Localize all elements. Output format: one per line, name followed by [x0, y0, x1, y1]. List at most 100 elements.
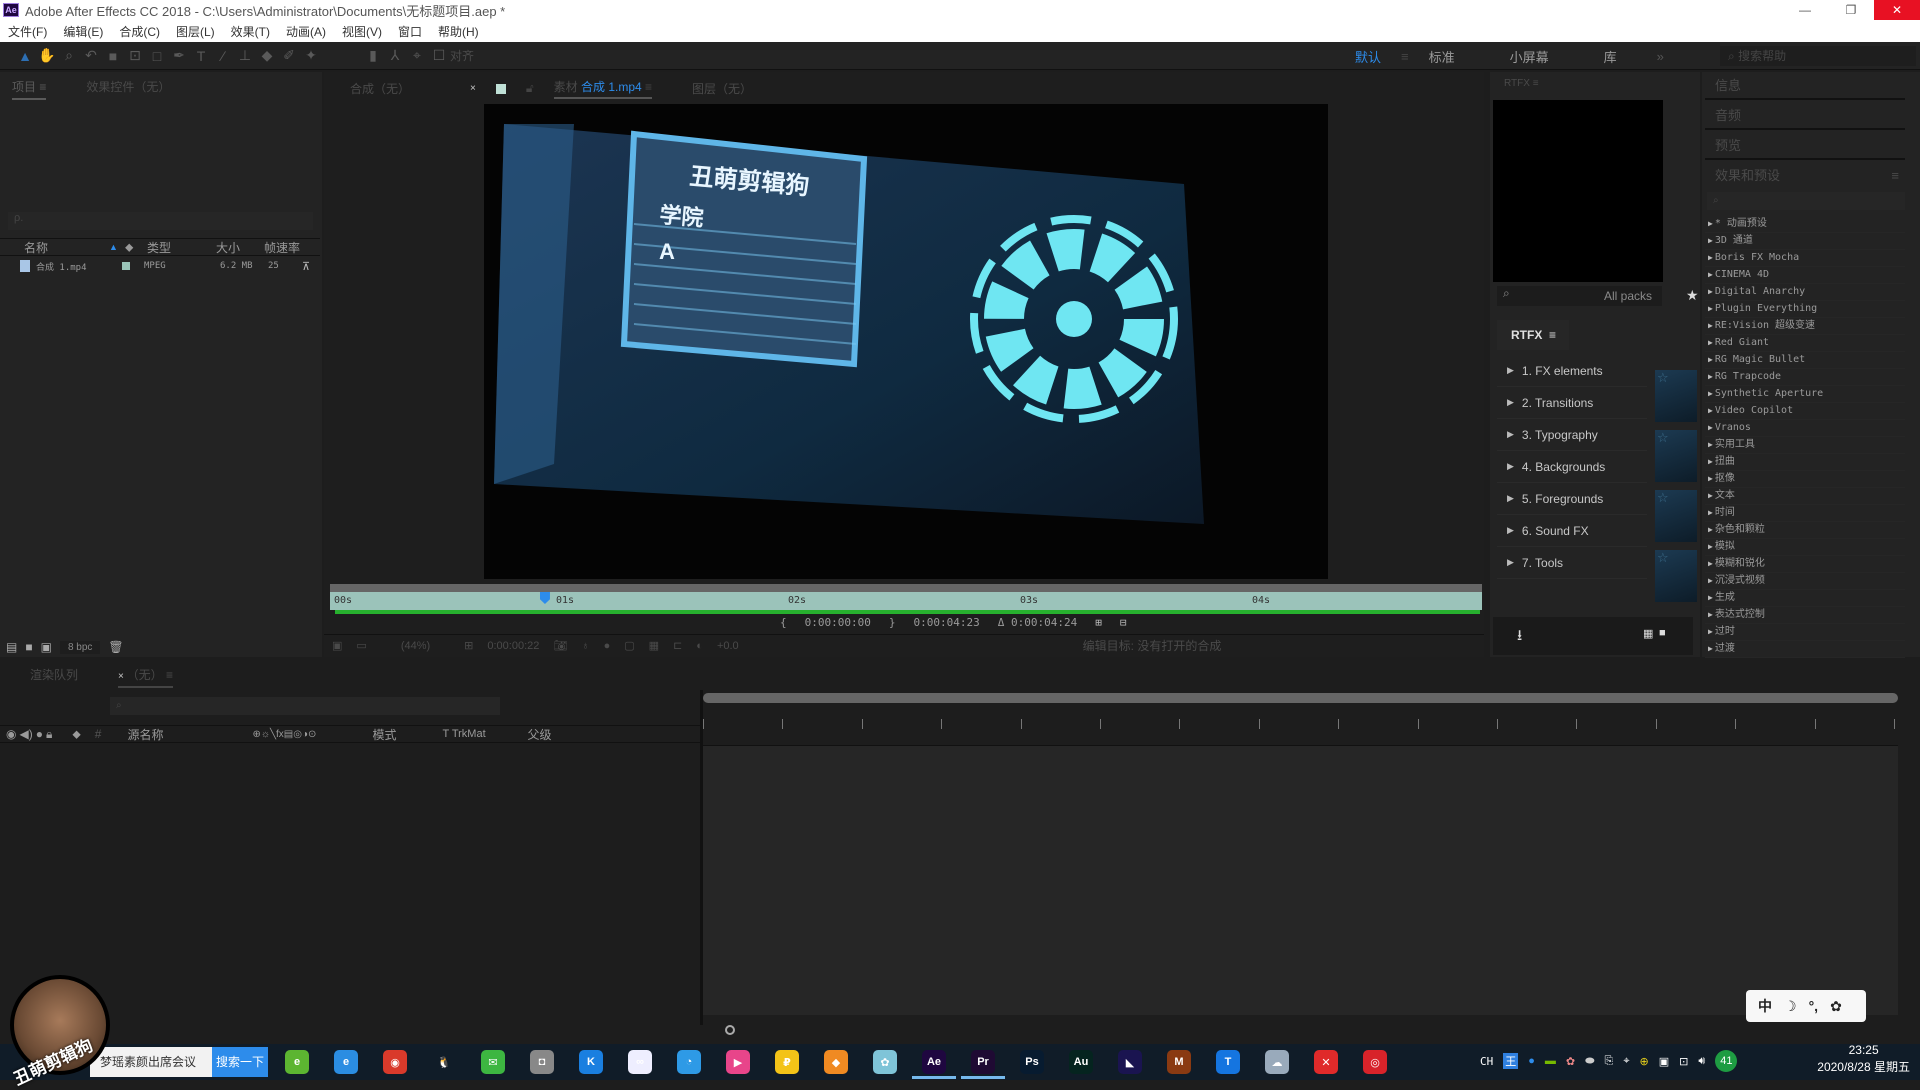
menu-window[interactable]: 窗口	[390, 23, 430, 40]
set-in-point-button[interactable]: {	[780, 616, 787, 629]
menu-animation[interactable]: 动画(A)	[278, 23, 334, 40]
sort-ascending-icon[interactable]: ▲	[109, 242, 125, 252]
region-of-interest-icon[interactable]: ▢	[624, 639, 634, 652]
360-security-icon[interactable]: ⊕	[1640, 1055, 1649, 1068]
taskbar-app-baidu-netdisk[interactable]: ∞	[628, 1050, 652, 1074]
footage-time-ruler[interactable]: 00s 01s 02s 03s 04s	[330, 592, 1482, 610]
taskbar-app-qq-browser[interactable]: ◔	[677, 1050, 701, 1074]
taskbar-app-media-encoder[interactable]: ◣	[1118, 1050, 1142, 1074]
taskbar-app-chrome[interactable]: ◉	[383, 1050, 407, 1074]
effect-category[interactable]: ▶ 生成	[1705, 590, 1905, 607]
pan-behind-tool-icon[interactable]: ⊡	[124, 45, 146, 67]
in-point[interactable]: 0:00:00:00	[805, 616, 871, 629]
magnification-dropdown[interactable]: (44%)	[380, 639, 451, 652]
list-view-icon[interactable]: ■	[1659, 627, 1666, 639]
rtfx-category[interactable]: ▶ 4. Backgrounds	[1497, 451, 1647, 483]
overlay-edit-icon[interactable]: ⊟	[1120, 616, 1127, 629]
taskbar-app-xmind[interactable]: ✕	[1314, 1050, 1338, 1074]
menu-effect[interactable]: 效果(T)	[223, 23, 278, 40]
effect-category[interactable]: ▶ Red Giant	[1705, 335, 1905, 352]
effects-presets-section[interactable]: 效果和预设 ≡	[1705, 162, 1905, 190]
download-icon[interactable]: ⭳	[1517, 625, 1522, 650]
menu-view[interactable]: 视图(V)	[334, 23, 390, 40]
delete-icon[interactable]: 🗑	[108, 640, 123, 654]
taskbar-search-button[interactable]: 搜索一下	[212, 1047, 268, 1077]
hand-tool-icon[interactable]: ✋	[36, 45, 58, 67]
zoom-slider[interactable]	[710, 1025, 810, 1035]
search-help-input[interactable]: ⌕ 搜索帮助	[1720, 46, 1916, 66]
usb-icon[interactable]: ⎘	[1605, 1055, 1614, 1068]
workspace-standard[interactable]: 标准	[1409, 47, 1475, 66]
label-column-icon[interactable]: ⬥	[125, 240, 141, 255]
effect-category[interactable]: ▶ Boris FX Mocha	[1705, 250, 1905, 267]
audio-switch-icon[interactable]: ◀)	[19, 727, 32, 741]
workspace-small-screen[interactable]: 小屏幕	[1475, 47, 1584, 66]
new-composition-icon[interactable]: ▣	[41, 640, 52, 654]
battery-badge[interactable]: 41	[1715, 1050, 1738, 1072]
selection-tool-icon[interactable]: ▲	[14, 45, 36, 67]
rtfx-category[interactable]: ▶ 2. Transitions	[1497, 387, 1647, 419]
effect-category[interactable]: ▶ 3D 通道	[1705, 233, 1905, 250]
brush-tool-icon[interactable]: ∕	[212, 45, 234, 67]
time-navigator[interactable]	[330, 584, 1482, 592]
video-switch-icon[interactable]: ◉	[6, 727, 16, 741]
tab-effect-controls[interactable]: 效果控件（无）	[86, 78, 170, 100]
effect-category[interactable]: ▶ 文本	[1705, 488, 1905, 505]
close-tab-icon[interactable]: ×	[470, 83, 476, 94]
taskbar-app-app-orange[interactable]: ◆	[824, 1050, 848, 1074]
menu-layer[interactable]: 图层(L)	[168, 23, 223, 40]
layer-search-input[interactable]: ⌕	[110, 697, 500, 715]
eraser-tool-icon[interactable]: ◆	[256, 45, 278, 67]
taskbar-app-premiere[interactable]: Pr	[971, 1050, 995, 1074]
effect-category[interactable]: ▶ Video Copilot	[1705, 403, 1905, 420]
always-preview-icon[interactable]: ▣	[332, 639, 342, 652]
menu-help[interactable]: 帮助(H)	[430, 23, 487, 40]
puppet-tool-icon[interactable]: ✦	[300, 45, 322, 67]
rtfx-thumbnail[interactable]: ☆	[1655, 490, 1697, 542]
set-out-point-button[interactable]: }	[889, 616, 896, 629]
gpu-tool-icon[interactable]: ⬬	[1585, 1055, 1594, 1068]
effect-category[interactable]: ▶ CINEMA 4D	[1705, 267, 1905, 284]
3d-view-icon[interactable]: ⊏	[673, 639, 682, 652]
info-section[interactable]: 信息	[1705, 72, 1905, 100]
effect-category[interactable]: ▶ 抠像	[1705, 471, 1905, 488]
effect-category[interactable]: ▶ Synthetic Aperture	[1705, 386, 1905, 403]
col-source-name[interactable]: 源名称	[127, 726, 252, 743]
channel-icon[interactable]: ●	[604, 640, 611, 652]
playhead-handle[interactable]	[539, 592, 550, 604]
taskbar-app-kugou[interactable]: K	[579, 1050, 603, 1074]
timeline-navigator[interactable]	[703, 693, 1898, 703]
col-mode[interactable]: 模式	[372, 726, 442, 743]
effect-category[interactable]: ▶ 过渡	[1705, 641, 1905, 658]
rtfx-category[interactable]: ▶ 7. Tools	[1497, 547, 1647, 579]
preview-section[interactable]: 预览	[1705, 132, 1905, 160]
taskbar-app-netease-music[interactable]: ◎	[1363, 1050, 1387, 1074]
effect-category[interactable]: ▶ Vranos	[1705, 420, 1905, 437]
ime-halfwidth-icon[interactable]: ☽	[1784, 998, 1797, 1015]
ripple-insert-edit-icon[interactable]: ⊞	[1095, 616, 1102, 629]
taskbar-app-qq[interactable]: 🐧	[432, 1050, 456, 1074]
col-size[interactable]: 大小	[216, 239, 264, 256]
col-type[interactable]: 类型	[141, 239, 216, 256]
taskbar-app-360-browser[interactable]: e	[285, 1050, 309, 1074]
wubi-ime-icon[interactable]: 王	[1503, 1053, 1519, 1069]
ime-punctuation-icon[interactable]: °,	[1809, 998, 1819, 1014]
local-axis-icon[interactable]: ▮	[362, 45, 384, 67]
rtfx-category[interactable]: ▶ 3. Typography	[1497, 419, 1647, 451]
effect-category[interactable]: ▶ 扭曲	[1705, 454, 1905, 471]
rotate-tool-icon[interactable]: ↶	[80, 45, 102, 67]
tab-render-queue[interactable]: 渲染队列	[30, 666, 78, 688]
network-icon[interactable]: ⊡	[1679, 1055, 1688, 1068]
zoom-tool-icon[interactable]: ⌕	[58, 45, 80, 67]
camera-tool-icon[interactable]: ■	[102, 45, 124, 67]
exposure-value[interactable]: +0.0	[717, 640, 739, 652]
flowchart-icon[interactable]: ⊼	[302, 260, 310, 273]
interpret-footage-icon[interactable]: ▤	[6, 640, 17, 654]
effect-category[interactable]: ▶ 模拟	[1705, 539, 1905, 556]
nvidia-icon[interactable]: ▬	[1545, 1055, 1556, 1067]
exposure-icon[interactable]: ◐	[696, 640, 703, 652]
rtfx-category[interactable]: ▶ 6. Sound FX	[1497, 515, 1647, 547]
out-point[interactable]: 0:00:04:23	[913, 616, 979, 629]
menu-composition[interactable]: 合成(C)	[111, 23, 168, 40]
volume-icon[interactable]: 🔊︎	[1698, 1055, 1705, 1068]
